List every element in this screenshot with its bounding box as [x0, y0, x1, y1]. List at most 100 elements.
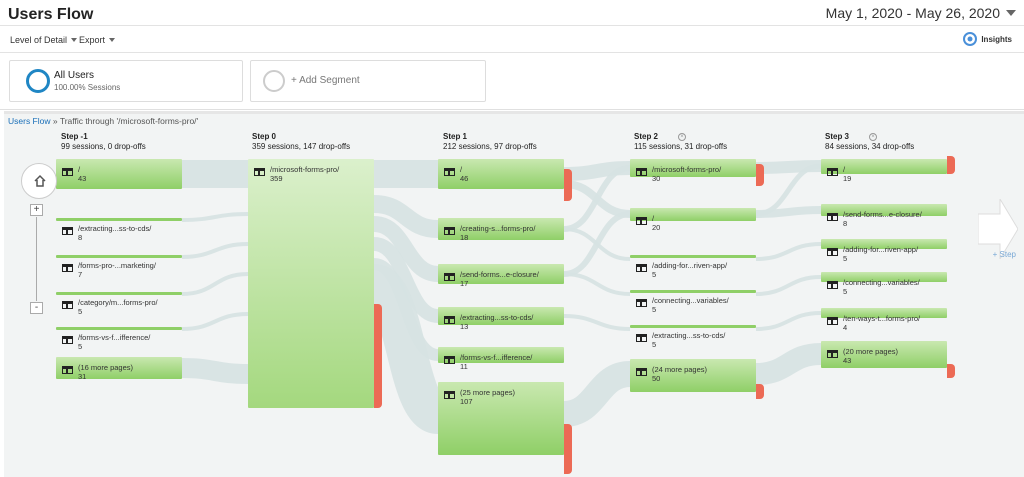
node-session-count: 8 [843, 219, 848, 228]
flow-node-label: /adding-for...riven-app/5 [652, 261, 727, 279]
flow-node[interactable] [630, 325, 756, 328]
flow-node-label: /connecting...variables/5 [843, 278, 920, 296]
node-session-count: 5 [843, 287, 848, 296]
flow-node[interactable] [630, 208, 756, 221]
flow-link[interactable] [755, 242, 822, 261]
flow-canvas[interactable]: Users Flow » Traffic through '/microsoft… [4, 111, 1024, 477]
home-icon [34, 174, 46, 187]
page-table-icon [62, 301, 73, 309]
node-session-count: 107 [460, 397, 473, 406]
node-page-label: /forms-vs-f...ifference/ [78, 333, 151, 342]
insights-button[interactable]: Insights [962, 31, 1012, 47]
dropoff-bar[interactable] [756, 384, 764, 399]
flow-node-label: /19 [843, 165, 851, 183]
flow-node-label: /forms-vs-f...ifference/11 [460, 353, 532, 371]
flow-link[interactable] [755, 343, 822, 385]
node-page-label: /extracting...ss-to-cds/ [652, 331, 726, 340]
step-header-1: Step 1 212 sessions, 97 drop-offs [443, 132, 537, 152]
dropoff-bar[interactable] [564, 169, 572, 201]
node-session-count: 31 [78, 372, 87, 381]
flow-link[interactable] [181, 212, 249, 222]
zoom-out-button[interactable]: - [30, 302, 43, 314]
flow-node-label: /creating-s...forms-pro/18 [460, 224, 535, 242]
node-page-label: (25 more pages) [460, 388, 516, 397]
flow-node[interactable] [56, 218, 182, 221]
remove-step-icon[interactable]: × [678, 133, 686, 141]
dropoff-bar[interactable] [374, 304, 382, 408]
add-segment-button[interactable]: + Add Segment [250, 60, 486, 102]
flow-link[interactable] [181, 358, 249, 384]
flow-link[interactable] [563, 272, 631, 296]
flow-node[interactable] [56, 159, 182, 189]
dropoff-bar[interactable] [756, 164, 764, 186]
export-label: Export [79, 35, 106, 45]
page-table-icon [444, 227, 455, 235]
node-page-label: /forms-vs-f...ifference/ [460, 353, 533, 362]
flow-node[interactable] [630, 255, 756, 258]
page-title: Users Flow [8, 6, 94, 23]
flow-node-label: /forms-pro-...marketing/7 [78, 261, 156, 279]
page-table-icon [636, 217, 647, 225]
zoom-in-button[interactable]: + [30, 204, 43, 216]
breadcrumb-link[interactable]: Users Flow [8, 116, 51, 126]
page-table-icon [636, 368, 647, 376]
chevron-down-icon [109, 38, 116, 42]
chevron-down-icon [1006, 10, 1016, 16]
flow-link[interactable] [562, 361, 632, 427]
date-range-picker[interactable]: May 1, 2020 - May 26, 2020 [826, 5, 1016, 21]
step-name: Step 1 [443, 132, 468, 141]
dropoff-bar[interactable] [947, 364, 955, 378]
remove-step-icon[interactable]: × [869, 133, 877, 141]
flow-link[interactable] [755, 311, 822, 331]
step-header-minus1: Step -1 99 sessions, 0 drop-offs [61, 132, 146, 152]
page-table-icon [827, 350, 838, 358]
node-page-label: /extracting...ss-to-cds/ [460, 313, 534, 322]
node-page-label: (16 more pages) [78, 363, 134, 372]
node-session-count: 5 [652, 305, 657, 314]
dropoff-bar[interactable] [564, 424, 572, 474]
page-table-icon [62, 264, 73, 272]
node-page-label: /microsoft-forms-pro/ [270, 165, 340, 174]
flow-node[interactable] [56, 255, 182, 258]
flow-node[interactable] [630, 290, 756, 293]
insights-icon [963, 32, 978, 46]
node-page-label: /forms-pro-...marketing/ [78, 261, 156, 270]
flow-node-label: /forms-vs-f...ifference/5 [78, 333, 150, 351]
node-session-count: 5 [78, 342, 83, 351]
flow-link[interactable] [181, 312, 249, 331]
flow-node[interactable] [56, 327, 182, 330]
flow-node-label: (24 more pages) 50 [652, 365, 707, 383]
node-page-label: / [843, 165, 846, 174]
export-button[interactable]: Export [79, 35, 116, 45]
node-session-count: 18 [460, 233, 469, 242]
flow-node-label: /20 [652, 214, 660, 232]
step-stats: 115 sessions, 31 drop-offs [634, 142, 728, 151]
node-session-count: 8 [78, 233, 83, 242]
segment-all-users[interactable]: All Users 100.00% Sessions [9, 60, 243, 102]
flow-link[interactable] [755, 275, 822, 296]
pan-control[interactable] [21, 163, 57, 199]
add-step-button[interactable]: + Step [993, 250, 1016, 259]
flow-node-label: /adding-for...riven-app/5 [843, 245, 918, 263]
level-of-detail-button[interactable]: Level of Detail [10, 35, 78, 45]
page-table-icon [62, 336, 73, 344]
flow-link[interactable] [563, 314, 631, 331]
node-session-count: 50 [652, 374, 661, 383]
node-page-label: /connecting...variables/ [652, 296, 729, 305]
dropoff-bar[interactable] [947, 156, 955, 174]
page-table-icon [62, 366, 73, 374]
flow-node[interactable] [56, 292, 182, 295]
node-session-count: 359 [270, 174, 283, 183]
zoom-track[interactable] [36, 217, 37, 301]
zoom-control: + - [30, 204, 43, 314]
flow-link[interactable] [181, 272, 249, 296]
flow-node[interactable] [248, 159, 374, 408]
flow-node[interactable] [821, 159, 947, 174]
flow-link[interactable] [181, 242, 249, 259]
step-stats: 84 sessions, 34 drop-offs [825, 142, 915, 151]
flow-node-label: /extracting...ss-to-cds/5 [652, 331, 725, 349]
flow-link[interactable] [563, 211, 631, 277]
page-table-icon [827, 317, 838, 325]
flow-node[interactable] [438, 159, 564, 189]
step-name: Step 0 [252, 132, 277, 141]
